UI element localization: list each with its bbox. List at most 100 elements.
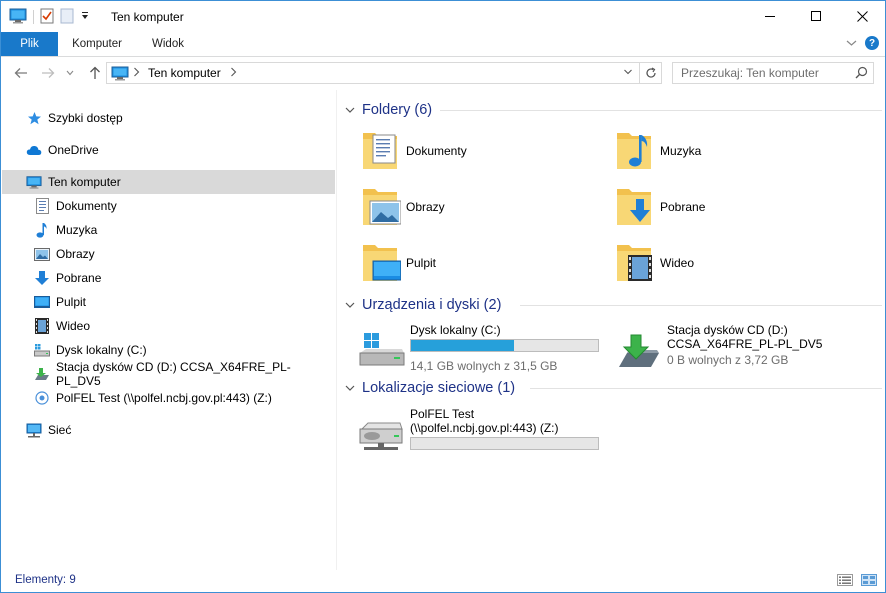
- nav-item-label: Muzyka: [56, 223, 98, 237]
- cd-drive-icon: [615, 331, 663, 371]
- nav-item-label: OneDrive: [48, 143, 99, 157]
- nav-item-this-pc[interactable]: Ten komputer: [2, 170, 335, 194]
- collapse-chevron-icon[interactable]: [345, 384, 355, 392]
- cloud-icon: [26, 142, 42, 158]
- search-input[interactable]: [673, 63, 853, 83]
- folder-tile-downloads[interactable]: Pobrane: [615, 183, 845, 231]
- group-divider: [530, 388, 882, 389]
- folder-tile-pictures[interactable]: Obrazy: [361, 183, 591, 231]
- nav-item-label: Wideo: [56, 319, 91, 333]
- expand-ribbon-chevron-icon[interactable]: [846, 36, 857, 50]
- group-header-title: Lokalizacje sieciowe (1): [362, 380, 516, 396]
- nav-item-downloads[interactable]: Pobrane: [2, 266, 335, 290]
- folder-label: Pulpit: [406, 256, 437, 270]
- drive-tile-network[interactable]: PolFEL Test (\\polfel.ncbj.gov.pl:443) (…: [358, 407, 603, 463]
- pictures-icon: [34, 246, 50, 262]
- back-button[interactable]: [12, 64, 30, 82]
- group-divider: [520, 305, 882, 306]
- computer-icon[interactable]: [9, 8, 27, 27]
- group-header-devices[interactable]: Urządzenia i dyski (2): [345, 295, 882, 315]
- folder-tile-documents[interactable]: Dokumenty: [361, 127, 591, 175]
- nav-item-desktop[interactable]: Pulpit: [2, 290, 335, 314]
- window-title: Ten komputer: [111, 10, 184, 24]
- local-disk-icon: [34, 342, 50, 358]
- customize-toolbar-chevron-icon[interactable]: [80, 10, 90, 24]
- nav-item-onedrive[interactable]: OneDrive: [2, 138, 335, 162]
- network-drive-icon: [358, 421, 406, 461]
- tab-file[interactable]: Plik: [1, 32, 58, 56]
- tab-view[interactable]: Widok: [136, 32, 200, 56]
- breadcrumb-this-pc[interactable]: Ten komputer: [148, 66, 221, 80]
- computer-icon: [111, 66, 129, 84]
- video-icon: [34, 318, 50, 334]
- nav-item-cd-drive[interactable]: Stacja dysków CD (D:) CCSA_X64FRE_PL-PL_…: [2, 360, 335, 388]
- address-history-chevron-icon[interactable]: [623, 66, 633, 81]
- maximize-button[interactable]: [793, 1, 839, 31]
- drive-usage-bar: [410, 339, 599, 352]
- drive-name-line1: PolFEL Test: [410, 407, 475, 421]
- item-count: Elementy: 9: [15, 574, 76, 586]
- group-header-network[interactable]: Lokalizacje sieciowe (1): [345, 378, 882, 398]
- content-area: Foldery (6) Dokumenty Muzyka Obrazy Pobr…: [337, 90, 885, 570]
- nav-item-pictures[interactable]: Obrazy: [2, 242, 335, 266]
- toolbar-separator: [33, 10, 34, 24]
- refresh-button[interactable]: [639, 63, 661, 83]
- drive-usage-bar: [410, 437, 599, 450]
- up-button[interactable]: [86, 64, 104, 82]
- music-icon: [34, 222, 50, 238]
- documents-icon: [34, 198, 50, 214]
- nav-item-quick-access[interactable]: Szybki dostęp: [2, 106, 335, 130]
- desktop-icon: [34, 294, 50, 310]
- drive-name-line1: Stacja dysków CD (D:): [667, 323, 788, 337]
- breadcrumb-chevron-icon[interactable]: [230, 66, 237, 80]
- folder-label: Muzyka: [660, 144, 702, 158]
- address-bar[interactable]: Ten komputer: [106, 62, 662, 84]
- local-disk-icon: [358, 331, 406, 371]
- nav-item-label: Szybki dostęp: [48, 111, 123, 125]
- folder-label: Obrazy: [406, 200, 445, 214]
- pictures-folder-icon: [361, 185, 402, 229]
- help-icon[interactable]: ?: [865, 36, 879, 50]
- drive-free-space: 14,1 GB wolnych z 31,5 GB: [410, 359, 558, 373]
- video-folder-icon: [615, 241, 655, 285]
- forward-button[interactable]: [39, 64, 57, 82]
- collapse-chevron-icon[interactable]: [345, 106, 355, 114]
- nav-item-documents[interactable]: Dokumenty: [2, 194, 335, 218]
- tiles-view-icon[interactable]: [861, 574, 877, 589]
- nav-item-videos[interactable]: Wideo: [2, 314, 335, 338]
- navigation-pane: Szybki dostęp OneDrive Ten komputer Doku…: [1, 90, 336, 570]
- new-folder-icon[interactable]: [60, 8, 74, 27]
- cd-drive-icon: [34, 366, 50, 382]
- window-controls: [747, 1, 885, 31]
- drive-name-line2: (\\polfel.ncbj.gov.pl:443) (Z:): [410, 421, 559, 435]
- drive-tile-local-disk[interactable]: Dysk lokalny (C:) 14,1 GB wolnych z 31,5…: [358, 323, 603, 379]
- folder-tile-videos[interactable]: Wideo: [615, 239, 845, 287]
- minimize-button[interactable]: [747, 1, 793, 31]
- collapse-chevron-icon[interactable]: [345, 301, 355, 309]
- folder-label: Wideo: [660, 256, 695, 270]
- folder-tile-desktop[interactable]: Pulpit: [361, 239, 591, 287]
- nav-item-network-drive[interactable]: PolFEL Test (\\polfel.ncbj.gov.pl:443) (…: [2, 386, 335, 410]
- tab-computer[interactable]: Komputer: [58, 32, 136, 56]
- recent-locations-chevron-icon[interactable]: [64, 64, 76, 82]
- nav-item-local-disk[interactable]: Dysk lokalny (C:): [2, 338, 335, 362]
- explorer-window: Ten komputer Plik Komputer Widok ? Ten k…: [0, 0, 886, 593]
- group-header-folders[interactable]: Foldery (6): [345, 100, 882, 120]
- details-view-icon[interactable]: [837, 574, 853, 589]
- nav-item-label: Pobrane: [56, 271, 102, 285]
- nav-item-music[interactable]: Muzyka: [2, 218, 335, 242]
- nav-item-network[interactable]: Sieć: [2, 418, 335, 442]
- drive-name-line2: CCSA_X64FRE_PL-PL_DV5: [667, 337, 823, 351]
- folder-tile-music[interactable]: Muzyka: [615, 127, 845, 175]
- search-box[interactable]: [672, 62, 874, 84]
- title-bar[interactable]: Ten komputer: [1, 1, 885, 32]
- drive-name: Stacja dysków CD (D:) CCSA_X64FRE_PL-PL_…: [667, 323, 822, 351]
- breadcrumb-separator-icon[interactable]: [133, 66, 140, 80]
- group-header-title: Urządzenia i dyski (2): [362, 297, 502, 313]
- properties-icon[interactable]: [40, 8, 54, 27]
- drive-tile-cd[interactable]: Stacja dysków CD (D:) CCSA_X64FRE_PL-PL_…: [615, 323, 875, 379]
- nav-item-label: Sieć: [48, 423, 72, 437]
- close-button[interactable]: [839, 1, 885, 31]
- search-icon[interactable]: [855, 66, 868, 82]
- drive-name: Dysk lokalny (C:): [410, 323, 501, 337]
